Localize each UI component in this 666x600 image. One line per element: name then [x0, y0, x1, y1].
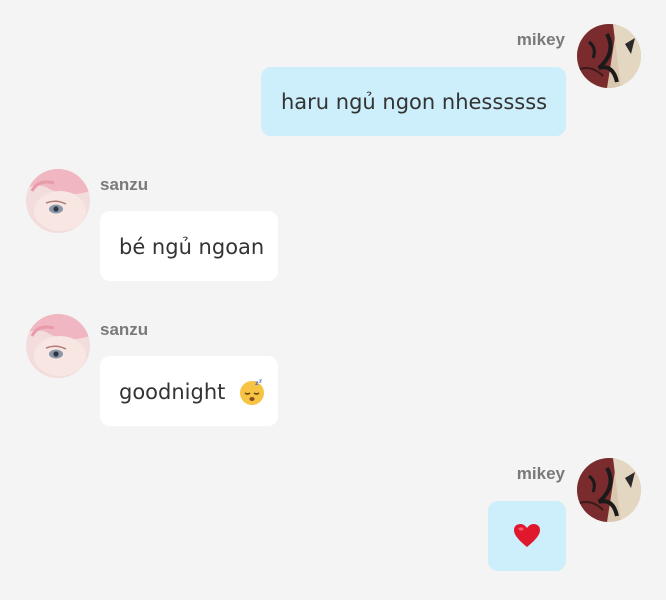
svg-text:z: z — [259, 379, 262, 385]
chat-thread: mikey haru ngủ ngon nhessssss sanzu bé n… — [0, 0, 666, 600]
sender-name-mikey: mikey — [516, 464, 565, 483]
message-bubble[interactable]: haru ngủ ngon nhessssss — [261, 67, 566, 136]
message-text: bé ngủ ngoan — [119, 235, 265, 259]
message-bubble[interactable]: bé ngủ ngoan — [100, 211, 278, 281]
sleeping-face-icon: z z — [240, 379, 265, 405]
avatar-sanzu-image — [26, 314, 90, 378]
red-heart-icon — [514, 524, 540, 547]
avatar-mikey[interactable] — [577, 458, 641, 522]
message-bubble[interactable]: goodnight z z — [100, 356, 278, 426]
avatar-mikey[interactable] — [577, 24, 641, 88]
message-text: haru ngủ ngon nhessssss — [281, 90, 548, 114]
sender-name-sanzu: sanzu — [100, 320, 149, 339]
avatar-sanzu-image — [26, 169, 90, 233]
sender-name-sanzu: sanzu — [100, 175, 149, 194]
sender-name-mikey: mikey — [516, 30, 565, 49]
avatar-sanzu[interactable] — [26, 314, 90, 378]
heart-emoji-wrap — [488, 501, 566, 571]
message-text: goodnight — [119, 380, 226, 404]
avatar-mikey-image — [577, 24, 641, 88]
avatar-mikey-image — [577, 458, 641, 522]
avatar-sanzu[interactable] — [26, 169, 90, 233]
message-bubble[interactable] — [488, 501, 566, 571]
